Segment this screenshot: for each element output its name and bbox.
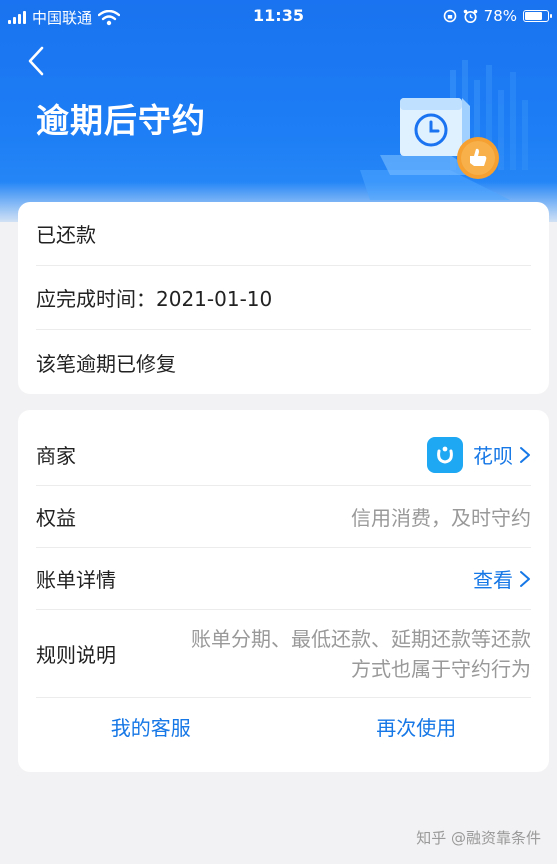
status-due-date-text: 应完成时间：2021-01-10 — [36, 287, 273, 311]
rights-value: 信用消费，及时守约 — [351, 506, 531, 530]
status-row-due-date: 应完成时间：2021-01-10 — [36, 266, 531, 330]
status-right: 78% — [443, 7, 552, 25]
use-again-button[interactable]: 再次使用 — [284, 698, 550, 758]
status-fixed-text: 该笔逾期已修复 — [36, 351, 176, 376]
rules-line-1: 账单分期、最低还款、延期还款等还款 — [191, 626, 531, 651]
rotation-lock-icon — [443, 9, 456, 23]
bill-view-text: 查看 — [473, 568, 513, 592]
chevron-right-icon — [520, 446, 530, 463]
rights-label: 权益 — [36, 506, 76, 530]
rules-line-2: 方式也属于守约行为 — [351, 656, 531, 681]
bill-view-link[interactable]: 查看 — [473, 564, 531, 593]
rules-label: 规则说明 — [36, 643, 116, 667]
battery-fill — [525, 12, 542, 20]
action-bar: 我的客服 再次使用 — [18, 698, 549, 758]
header-banner: 中国联通 11:35 78% 逾期后守约 — [0, 0, 557, 222]
bill-details-label: 账单详情 — [36, 568, 116, 592]
rules-value: 账单分期、最低还款、延期还款等还款 方式也属于守约行为 — [136, 624, 531, 684]
status-bar: 中国联通 11:35 78% — [0, 0, 557, 34]
chevron-right-icon — [520, 570, 530, 587]
rights-row: 权益 信用消费，及时守约 — [36, 486, 531, 548]
calendar-clock-thumbs-up-icon — [360, 60, 528, 200]
battery-icon — [523, 10, 552, 22]
merchant-value: 花呗 — [473, 444, 513, 468]
status-row-repaid: 已还款 — [36, 202, 531, 266]
alarm-icon — [463, 9, 477, 23]
status-card: 已还款 应完成时间：2021-01-10 该笔逾期已修复 — [18, 202, 549, 394]
rules-row: 规则说明 账单分期、最低还款、延期还款等还款 方式也属于守约行为 — [36, 610, 531, 698]
customer-service-button[interactable]: 我的客服 — [18, 698, 284, 758]
status-row-fixed: 该笔逾期已修复 — [36, 330, 531, 394]
battery-percent: 78% — [483, 7, 517, 25]
bill-details-row[interactable]: 账单详情 查看 — [36, 548, 531, 610]
chevron-left-icon[interactable] — [22, 44, 50, 78]
page-title: 逾期后守约 — [36, 101, 206, 140]
merchant-link[interactable]: 花呗 — [427, 436, 531, 473]
watermark: 知乎 @融资靠条件 — [416, 829, 541, 847]
detail-card: 商家 花呗 权益 信用消费，及时守约 账单详情 查看 规则说明 账单分期、最低还… — [18, 410, 549, 772]
status-repaid-text: 已还款 — [36, 223, 96, 247]
merchant-label: 商家 — [36, 444, 76, 468]
merchant-row[interactable]: 商家 花呗 — [36, 424, 531, 486]
huabei-logo-icon — [427, 436, 463, 473]
